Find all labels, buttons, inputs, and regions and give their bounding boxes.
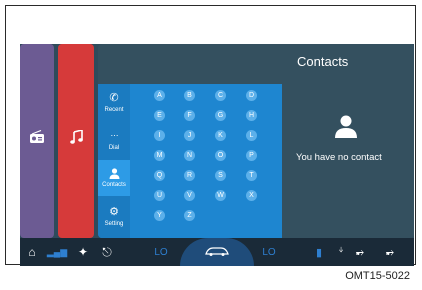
letter-key-i[interactable]: I — [154, 130, 165, 141]
figure-frame: Contacts ✆ Recent ⋯ Dial Contacts ⚙ Sett… — [5, 5, 416, 266]
car-recirculation-icon[interactable]: ⎋ — [96, 242, 118, 262]
page-title: Contacts — [297, 54, 349, 69]
tab-recent-label: Recent — [104, 106, 124, 113]
tab-recent[interactable]: ✆ Recent — [98, 84, 130, 120]
letter-key-k[interactable]: K — [215, 130, 226, 141]
tab-dial[interactable]: ⋯ Dial — [98, 122, 130, 158]
phone-recent-icon: ✆ — [109, 91, 119, 104]
tab-contacts[interactable]: Contacts — [98, 160, 130, 196]
letter-key-b[interactable]: B — [184, 90, 195, 101]
seat-heater-left-icon[interactable]: ⥵ — [352, 242, 368, 262]
letter-key-n[interactable]: N — [184, 150, 195, 161]
letter-key-v[interactable]: V — [184, 190, 195, 201]
car-airflow-icon — [205, 247, 229, 256]
infotainment-screen: Contacts ✆ Recent ⋯ Dial Contacts ⚙ Sett… — [20, 44, 414, 266]
letter-key-q[interactable]: Q — [154, 170, 165, 181]
climate-center-control[interactable] — [180, 238, 254, 266]
fan-seat-icon[interactable]: ✦ — [74, 242, 92, 262]
letter-key-s[interactable]: S — [215, 170, 226, 181]
letter-key-o[interactable]: O — [215, 150, 226, 161]
phone-panel: Contacts ✆ Recent ⋯ Dial Contacts ⚙ Sett… — [98, 44, 414, 238]
letter-key-p[interactable]: P — [246, 150, 257, 161]
letter-key-x[interactable]: X — [246, 190, 257, 201]
letter-key-g[interactable]: G — [215, 110, 226, 121]
home-icon[interactable]: ⌂ — [24, 242, 40, 262]
dialpad-icon: ⋯ — [110, 130, 119, 140]
tab-setting[interactable]: ⚙ Setting — [98, 198, 130, 234]
radio-icon — [30, 130, 44, 143]
empty-contacts-message: You have no contact — [296, 152, 382, 163]
tab-setting-label: Setting — [104, 220, 124, 227]
letter-key-u[interactable]: U — [154, 190, 165, 201]
seat-heater-right-icon[interactable]: ⥵ — [382, 242, 398, 262]
bluetooth-icon: ᛎ — [337, 246, 345, 258]
music-note-icon — [70, 130, 83, 144]
letter-key-d[interactable]: D — [246, 90, 257, 101]
signal-strength-icon: ▂▄▆ — [46, 246, 68, 257]
radio-panel[interactable] — [20, 44, 54, 238]
letter-key-a[interactable]: A — [154, 90, 165, 101]
letter-key-h[interactable]: H — [246, 110, 257, 121]
temperature-left-value[interactable]: LO — [150, 242, 172, 262]
status-bar: ⌂ ▂▄▆ ✦ ⎋ LO LO ▮ ᛎ ⥵ ⥵ — [20, 238, 414, 266]
tab-contacts-label: Contacts — [102, 182, 126, 188]
letter-key-e[interactable]: E — [154, 110, 165, 121]
letter-key-t[interactable]: T — [246, 170, 257, 181]
settings-icon: ⚙ — [109, 205, 119, 218]
letter-key-w[interactable]: W — [215, 190, 226, 201]
letter-key-f[interactable]: F — [184, 110, 195, 121]
person-icon — [109, 168, 119, 179]
letter-key-l[interactable]: L — [246, 130, 257, 141]
figure-caption: OMT15-5022 — [345, 270, 410, 282]
letter-key-z[interactable]: Z — [184, 210, 195, 221]
phone-tab-bar: ✆ Recent ⋯ Dial Contacts ⚙ Setting — [98, 84, 130, 238]
music-panel[interactable] — [58, 44, 94, 238]
contacts-keyboard-panel: ✆ Recent ⋯ Dial Contacts ⚙ Setting A B C… — [98, 84, 282, 238]
person-icon — [335, 115, 357, 138]
letter-key-j[interactable]: J — [184, 130, 195, 141]
tab-dial-label: Dial — [108, 144, 120, 151]
letter-key-r[interactable]: R — [184, 170, 195, 181]
letter-key-y[interactable]: Y — [154, 210, 165, 221]
temperature-right-value[interactable]: LO — [258, 242, 280, 262]
letter-key-m[interactable]: M — [154, 150, 165, 161]
letter-key-c[interactable]: C — [215, 90, 226, 101]
phone-battery-icon: ▮ — [315, 246, 323, 259]
